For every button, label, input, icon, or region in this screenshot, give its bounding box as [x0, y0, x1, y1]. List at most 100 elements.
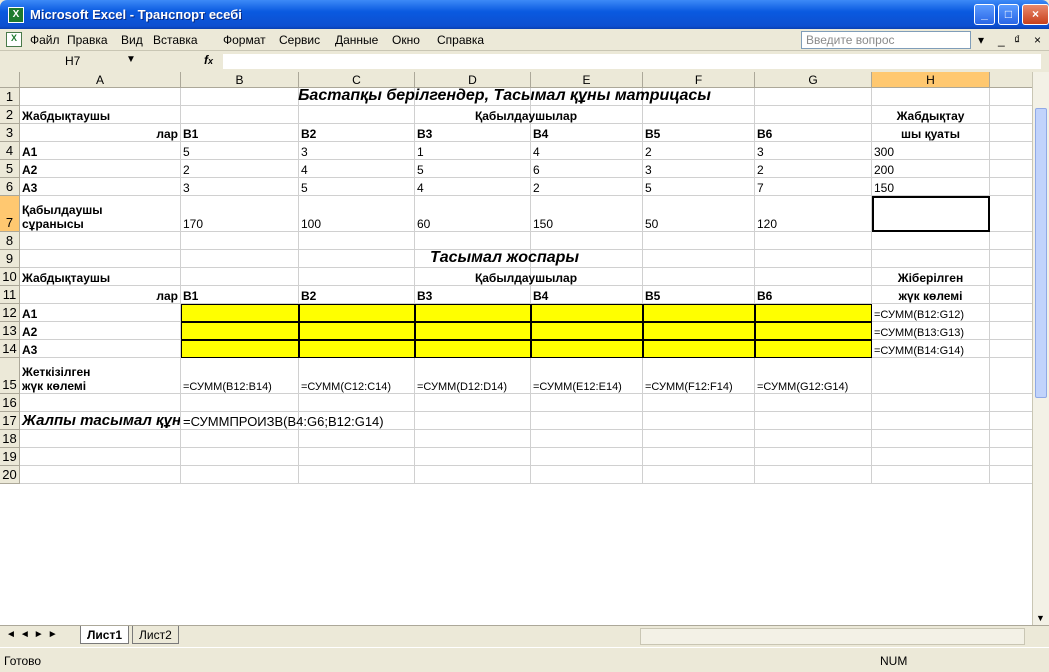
cost-cell[interactable]: 4 [299, 160, 415, 178]
namebox-dropdown-icon[interactable]: ▼ [126, 54, 136, 65]
row-header-13[interactable]: 13 [0, 322, 20, 340]
supplier-A3[interactable]: A3 [20, 178, 181, 196]
grid-cell[interactable] [531, 394, 643, 412]
cost-cell[interactable]: 2 [531, 178, 643, 196]
cost-cell[interactable]: 1 [415, 142, 531, 160]
plan-input-cell[interactable] [181, 340, 299, 358]
plan-input-cell[interactable] [299, 304, 415, 322]
sheet-tab-2[interactable]: Лист2 [132, 626, 179, 644]
plan-input-cell[interactable] [755, 304, 872, 322]
row-header-20[interactable]: 20 [0, 466, 20, 484]
plan-supplier-A2[interactable]: A2 [20, 322, 181, 340]
delivered-label[interactable]: Жеткізілген жүк көлемі [20, 358, 181, 394]
formula-input[interactable] [222, 53, 1042, 70]
column-header-B[interactable]: B [181, 72, 299, 88]
menu-format[interactable]: Формат [223, 33, 266, 47]
doc-minimize-icon[interactable]: _ [998, 33, 1005, 47]
menu-edit[interactable]: Правка [67, 33, 108, 47]
capacity-value[interactable]: 150 [872, 178, 990, 196]
grid-cell[interactable] [20, 394, 181, 412]
grid-cell[interactable] [299, 466, 415, 484]
cost-cell[interactable]: 5 [181, 142, 299, 160]
supplier-header-plan-2[interactable]: лар [20, 286, 181, 304]
plan-receiver-B4[interactable]: B4 [531, 286, 643, 304]
grid-cell[interactable] [20, 466, 181, 484]
sent-header-2[interactable]: жүк көлемі [872, 286, 990, 304]
row-header-8[interactable]: 8 [0, 232, 20, 250]
grid-cell[interactable] [872, 448, 990, 466]
grid-cell[interactable] [643, 448, 755, 466]
column-header-E[interactable]: E [531, 72, 643, 88]
row-header-7[interactable]: 7 [0, 196, 20, 232]
supplier-header-plan[interactable]: Жабдықтаушы [20, 268, 181, 286]
demand-value[interactable]: 100 [299, 196, 415, 232]
grid-cell[interactable] [755, 448, 872, 466]
plan-supplier-A1[interactable]: A1 [20, 304, 181, 322]
row-header-1[interactable]: 1 [0, 88, 20, 106]
sent-header[interactable]: Жіберілген [872, 268, 990, 286]
row-header-11[interactable]: 11 [0, 286, 20, 304]
plan-input-cell[interactable] [755, 322, 872, 340]
grid-cell[interactable] [531, 430, 643, 448]
plan-input-cell[interactable] [531, 304, 643, 322]
grid-cell[interactable] [872, 358, 990, 394]
plan-receiver-B6[interactable]: B6 [755, 286, 872, 304]
grid-cell[interactable] [299, 232, 415, 250]
grid-cell[interactable] [181, 394, 299, 412]
grid-cell[interactable] [531, 232, 643, 250]
grid-cell[interactable] [643, 232, 755, 250]
supplier-A2[interactable]: A2 [20, 160, 181, 178]
cost-cell[interactable]: 3 [755, 142, 872, 160]
sent-formula[interactable]: =СУММ(B14:G14) [872, 340, 990, 358]
receivers-header[interactable]: Қабылдаушылар [181, 106, 872, 124]
grid-cell[interactable] [181, 232, 299, 250]
cost-cell[interactable]: 4 [531, 142, 643, 160]
row-header-17[interactable]: 17 [0, 412, 20, 430]
horizontal-scrollbar[interactable] [640, 628, 1025, 645]
grid-cell[interactable] [181, 466, 299, 484]
column-header-D[interactable]: D [415, 72, 531, 88]
grid-cell[interactable] [299, 394, 415, 412]
doc-restore-icon[interactable]: ₫ [1014, 33, 1020, 47]
cost-cell[interactable]: 3 [181, 178, 299, 196]
demand-value[interactable]: 60 [415, 196, 531, 232]
menu-view[interactable]: Вид [121, 33, 143, 47]
row-header-16[interactable]: 16 [0, 394, 20, 412]
grid-cell[interactable] [415, 430, 531, 448]
plan-supplier-A3[interactable]: A3 [20, 340, 181, 358]
title-initial-data[interactable]: Бастапқы берілгендер, Тасымал құны матри… [20, 88, 990, 106]
column-header-G[interactable]: G [755, 72, 872, 88]
total-cost-formula[interactable]: =СУММПРОИЗВ(B4:G6;B12:G14) [181, 412, 643, 430]
receivers-header-plan[interactable]: Қабылдаушылар [181, 268, 872, 286]
capacity-value[interactable]: 200 [872, 160, 990, 178]
delivered-formula[interactable]: =СУММ(E12:E14) [531, 358, 643, 394]
cost-cell[interactable]: 5 [299, 178, 415, 196]
row-header-6[interactable]: 6 [0, 178, 20, 196]
sent-formula[interactable]: =СУММ(B12:G12) [872, 304, 990, 322]
plan-receiver-B5[interactable]: B5 [643, 286, 755, 304]
plan-input-cell[interactable] [181, 322, 299, 340]
doc-close-icon[interactable]: × [1034, 33, 1041, 47]
scroll-thumb[interactable] [1035, 108, 1047, 398]
demand-label[interactable]: Қабылдаушы сұранысы [20, 196, 181, 232]
grid-cell[interactable] [643, 412, 755, 430]
grid-cell[interactable] [872, 412, 990, 430]
title-transport-plan[interactable]: Тасымал жоспары [20, 250, 990, 268]
delivered-formula[interactable]: =СУММ(B12:B14) [181, 358, 299, 394]
cost-cell[interactable]: 3 [299, 142, 415, 160]
minimize-button[interactable]: _ [974, 4, 995, 25]
workbook-icon[interactable]: X [6, 32, 22, 47]
grid-cell[interactable] [299, 430, 415, 448]
worksheet-grid[interactable]: A B C D E F G H 1 2 3 4 5 6 7 8 9 10 11 12 13 14 15 16 17 18 19 20 Б… [0, 72, 1049, 625]
plan-input-cell[interactable] [181, 304, 299, 322]
menu-insert[interactable]: Вставка [153, 33, 198, 47]
cost-cell[interactable]: 2 [755, 160, 872, 178]
grid-cell[interactable] [20, 430, 181, 448]
supplier-header-2[interactable]: лар [20, 124, 181, 142]
receiver-B2[interactable]: B2 [299, 124, 415, 142]
cost-cell[interactable]: 2 [643, 142, 755, 160]
grid-cell[interactable] [20, 448, 181, 466]
demand-value[interactable]: 170 [181, 196, 299, 232]
capacity-value[interactable]: 300 [872, 142, 990, 160]
ask-dropdown-icon[interactable]: ▾ [978, 33, 984, 47]
